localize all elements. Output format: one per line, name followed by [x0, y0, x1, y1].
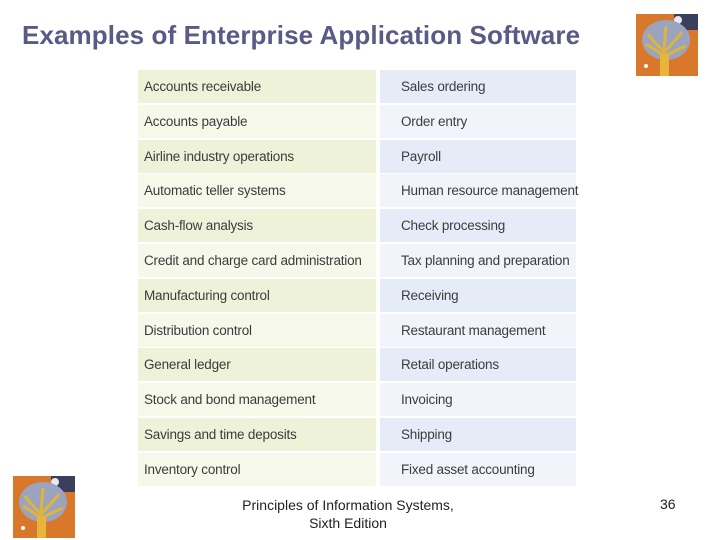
- table-cell: Savings and time deposits: [138, 417, 376, 451]
- page-number: 36: [660, 496, 676, 512]
- table-cell: Manufacturing control: [138, 278, 376, 312]
- table-cell: Accounts receivable: [138, 70, 376, 103]
- table-cell: Invoicing: [380, 383, 576, 417]
- table-cell: Automatic teller systems: [138, 174, 376, 208]
- table-cell: Payroll: [380, 139, 576, 173]
- table-cell: Accounts payable: [138, 104, 376, 138]
- table-row: Airline industry operations Payroll: [138, 139, 576, 175]
- table-cell: Human resource management: [380, 174, 579, 208]
- table-cell: Fixed asset accounting: [380, 452, 576, 486]
- table-cell: Restaurant management: [380, 313, 576, 347]
- table-cell: Shipping: [380, 417, 576, 451]
- footer-line-2: Sixth Edition: [309, 515, 387, 531]
- table-cell: Receiving: [380, 278, 576, 312]
- table-row: Inventory control Fixed asset accounting: [138, 452, 576, 488]
- table-cell: Check processing: [380, 209, 576, 243]
- table-cell: Distribution control: [138, 313, 376, 347]
- applications-table: Accounts receivable Sales ordering Account…: [138, 70, 579, 488]
- slide-title: Examples of Enterprise Application Softw…: [22, 20, 581, 50]
- table-cell: Sales ordering: [380, 70, 576, 103]
- table-row: Stock and bond management Invoicing: [138, 383, 576, 418]
- table-cell: Inventory control: [138, 452, 376, 486]
- table-cell: Retail operations: [380, 348, 576, 382]
- tree-painting-icon: [636, 14, 698, 77]
- table-row: Accounts receivable Sales ordering: [138, 70, 576, 105]
- table-cell: Order entry: [380, 104, 576, 138]
- table-row: Distribution control Restaurant managemen…: [138, 313, 576, 349]
- table-row: General ledger Retail operations: [138, 348, 576, 383]
- table-cell: Credit and charge card administration: [138, 243, 376, 277]
- table-row: Automatic teller systems Human resource m…: [138, 174, 579, 209]
- table-row: Credit and charge card administration Tax…: [138, 243, 576, 279]
- footer-book-title: Principles of Information Systems, Sixth…: [232, 496, 464, 532]
- table-row: Accounts payable Order entry: [138, 104, 576, 140]
- footer-line-1: Principles of Information Systems,: [242, 497, 454, 513]
- table-row: Cash-flow analysis Check processing: [138, 209, 576, 244]
- table-row: Manufacturing control Receiving: [138, 278, 576, 314]
- table-cell: Cash-flow analysis: [138, 209, 376, 243]
- table-cell: General ledger: [138, 348, 376, 382]
- table-cell: Airline industry operations: [138, 139, 376, 173]
- table-cell: Stock and bond management: [138, 383, 376, 417]
- table-row: Savings and time deposits Shipping: [138, 417, 576, 453]
- tree-painting-icon: [13, 476, 75, 539]
- table-cell: Tax planning and preparation: [380, 243, 576, 277]
